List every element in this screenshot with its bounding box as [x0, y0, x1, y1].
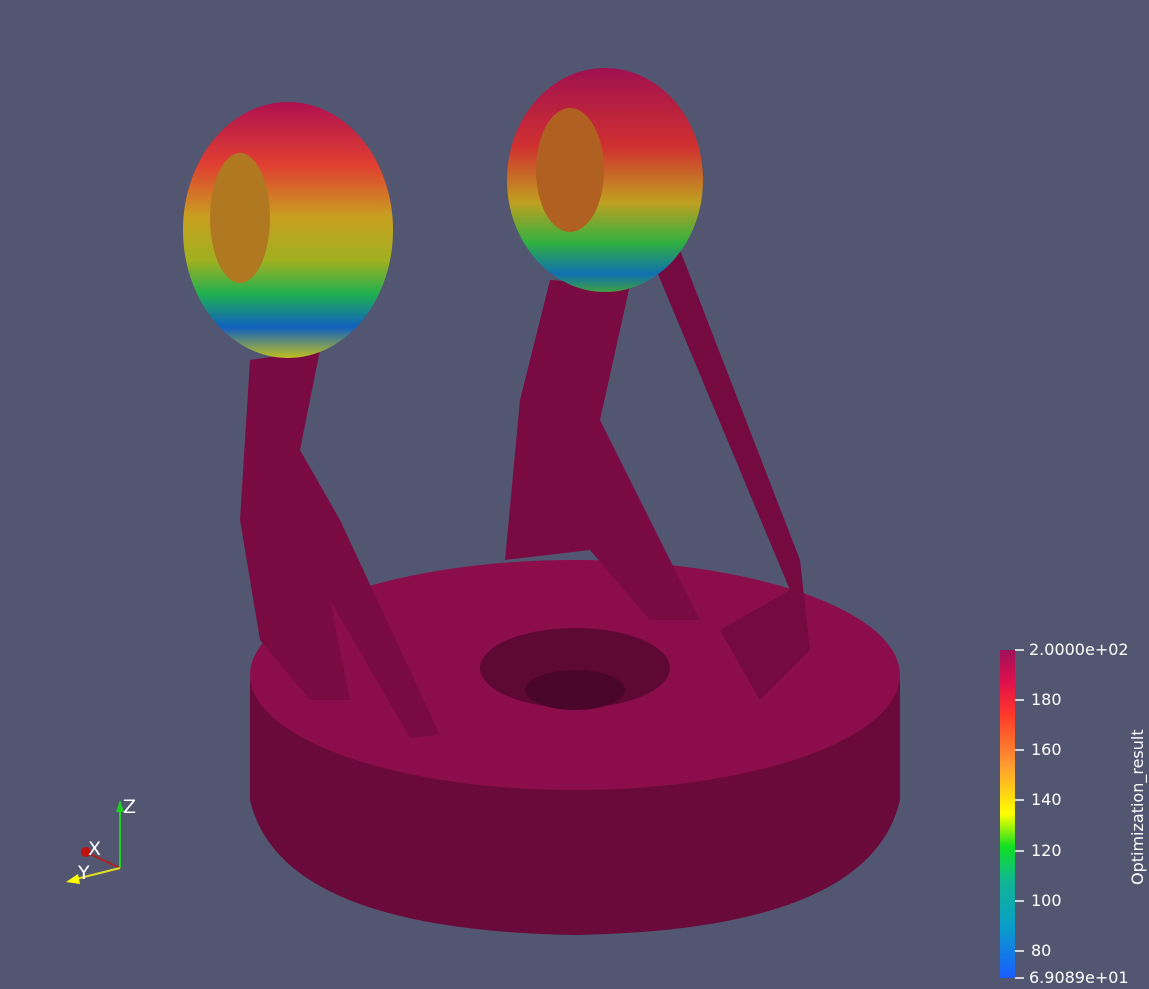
colorbar-tick-label: 180 [1031, 690, 1062, 709]
colorbar-tick-label: 2.0000e+02 [1029, 640, 1129, 659]
base-hole-inner [525, 670, 625, 710]
colorbar-tick-label: 6.9089e+01 [1029, 968, 1129, 987]
render-viewport[interactable] [0, 0, 1149, 989]
colorbar-tick-label: 160 [1031, 740, 1062, 759]
colorbar-tick-label: 80 [1031, 941, 1052, 960]
colorbar-tick-label: 120 [1031, 841, 1062, 860]
axis-label-y: Y [78, 862, 90, 884]
colorbar-ticks [1015, 649, 1024, 979]
right-ring [507, 68, 703, 292]
colorbar-tick-label: 100 [1031, 891, 1062, 910]
axis-label-z: Z [123, 796, 137, 818]
axis-label-x: X [88, 838, 102, 860]
left-ring-hole [210, 153, 270, 283]
topology-part [183, 68, 900, 935]
right-ring-hole [536, 108, 604, 232]
colorbar-tick-label: 140 [1031, 790, 1062, 809]
colorbar-title: Optimization_result [1128, 729, 1147, 885]
colorbar-gradient [1000, 650, 1015, 978]
